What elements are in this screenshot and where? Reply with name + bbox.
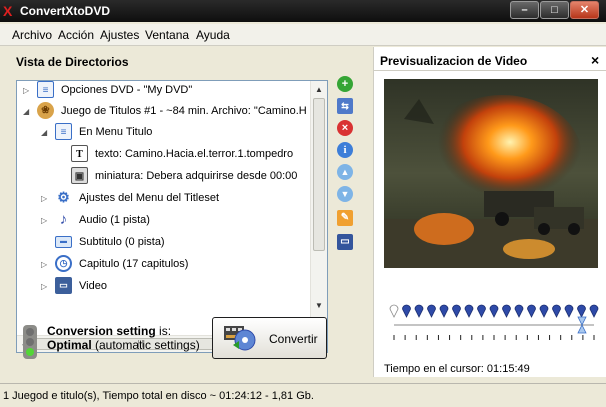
monitor-icon[interactable]: ▭ <box>337 234 353 250</box>
info-icon[interactable]: i <box>337 142 353 158</box>
chapter-marker[interactable] <box>527 304 536 318</box>
chapter-marker[interactable] <box>439 304 449 318</box>
chapter-marker[interactable] <box>477 304 486 318</box>
film-reel-icon: ❀ <box>37 102 54 119</box>
chapter-marker[interactable] <box>389 304 399 318</box>
chapter-marker[interactable] <box>577 304 586 318</box>
video-icon: ▭ <box>55 277 72 294</box>
chapter-marker[interactable] <box>552 304 561 318</box>
video-preview-frame <box>384 79 598 268</box>
text-icon: T <box>71 145 88 162</box>
close-button[interactable]: ✕ <box>570 1 599 19</box>
window-title: ConvertXtoDVD <box>20 4 111 18</box>
traffic-light-icon <box>23 325 37 359</box>
chapter-marker[interactable] <box>464 304 474 318</box>
directory-tree[interactable]: ▷ ≡ Opciones DVD - "My DVD" ◢ ❀ Juego de… <box>16 80 328 353</box>
panel-title: Previsualizacion de Video <box>380 54 528 68</box>
maximize-button[interactable]: □ <box>540 1 569 19</box>
menu-accion[interactable]: Acción <box>58 28 94 42</box>
tree-vertical-scrollbar[interactable]: ▲ ▼ <box>310 81 327 335</box>
vertical-scroll-thumb[interactable] <box>313 98 325 251</box>
gear-icon: ⚙ <box>57 189 70 205</box>
chapter-marker[interactable] <box>414 304 424 318</box>
status-bar: 1 Juegod e titulo(s), Tiempo total en di… <box>0 383 606 407</box>
add-icon[interactable]: + <box>337 76 353 92</box>
chapter-marker[interactable] <box>452 304 461 318</box>
chapter-timeline[interactable] <box>384 303 602 349</box>
title-bar: X ConvertXtoDVD – □ ✕ <box>0 0 606 22</box>
menu-ayuda[interactable]: Ayuda <box>196 28 230 42</box>
convert-button[interactable]: Convertir <box>212 317 327 359</box>
list-icon: ≡ <box>37 81 54 98</box>
image-icon: ▣ <box>71 167 88 184</box>
minimize-button[interactable]: – <box>510 1 539 19</box>
merge-icon[interactable]: ⇆ <box>337 98 353 114</box>
chapter-marker[interactable] <box>589 304 599 318</box>
scroll-up-arrow-icon[interactable]: ▲ <box>315 85 323 94</box>
clock-icon: ◷ <box>55 255 72 272</box>
delete-icon[interactable]: × <box>337 120 353 136</box>
menu-ajustes[interactable]: Ajustes <box>100 28 139 42</box>
conversion-setting-text: Conversion setting is: Optimal (automati… <box>47 324 200 352</box>
chapter-marker[interactable] <box>489 304 499 318</box>
app-logo-icon: X <box>3 3 13 19</box>
video-preview-panel: Previsualizacion de Video × Tiempo en el… <box>373 47 606 377</box>
menu-bar: Archivo Acción Ajustes Ventana Ayuda <box>0 24 606 46</box>
chapter-marker[interactable] <box>564 304 574 318</box>
chapter-marker[interactable] <box>427 304 436 318</box>
directory-view-panel: Vista de Directorios ▷ ≡ Opciones DVD - … <box>0 47 371 377</box>
music-note-icon: ♪ <box>59 211 68 228</box>
status-text: 1 Juegod e titulo(s), Tiempo total en di… <box>3 390 314 402</box>
cursor-time-readout: Tiempo en el cursor: 01:15:49 <box>384 363 530 375</box>
chapter-marker[interactable] <box>402 304 411 318</box>
cursor-time-value: 01:15:49 <box>486 363 530 375</box>
conversion-setting-info: Conversion setting is: Optimal (automati… <box>18 321 213 361</box>
move-up-icon[interactable]: ▲ <box>337 164 353 180</box>
list-icon: ≡ <box>55 123 72 140</box>
convert-film-disc-icon <box>224 326 256 351</box>
menu-archivo[interactable]: Archivo <box>12 28 52 42</box>
panel-title: Vista de Directorios <box>16 55 129 69</box>
move-down-icon[interactable]: ▼ <box>337 186 353 202</box>
scroll-down-arrow-icon[interactable]: ▼ <box>315 301 323 310</box>
menu-ventana[interactable]: Ventana <box>145 28 189 42</box>
chapter-marker[interactable] <box>514 304 524 318</box>
subtitle-icon: ▬ <box>55 236 72 248</box>
edit-icon[interactable]: ✎ <box>337 210 353 226</box>
chapter-marker[interactable] <box>539 304 549 318</box>
chapter-marker[interactable] <box>502 304 511 318</box>
close-icon[interactable]: × <box>591 52 599 68</box>
